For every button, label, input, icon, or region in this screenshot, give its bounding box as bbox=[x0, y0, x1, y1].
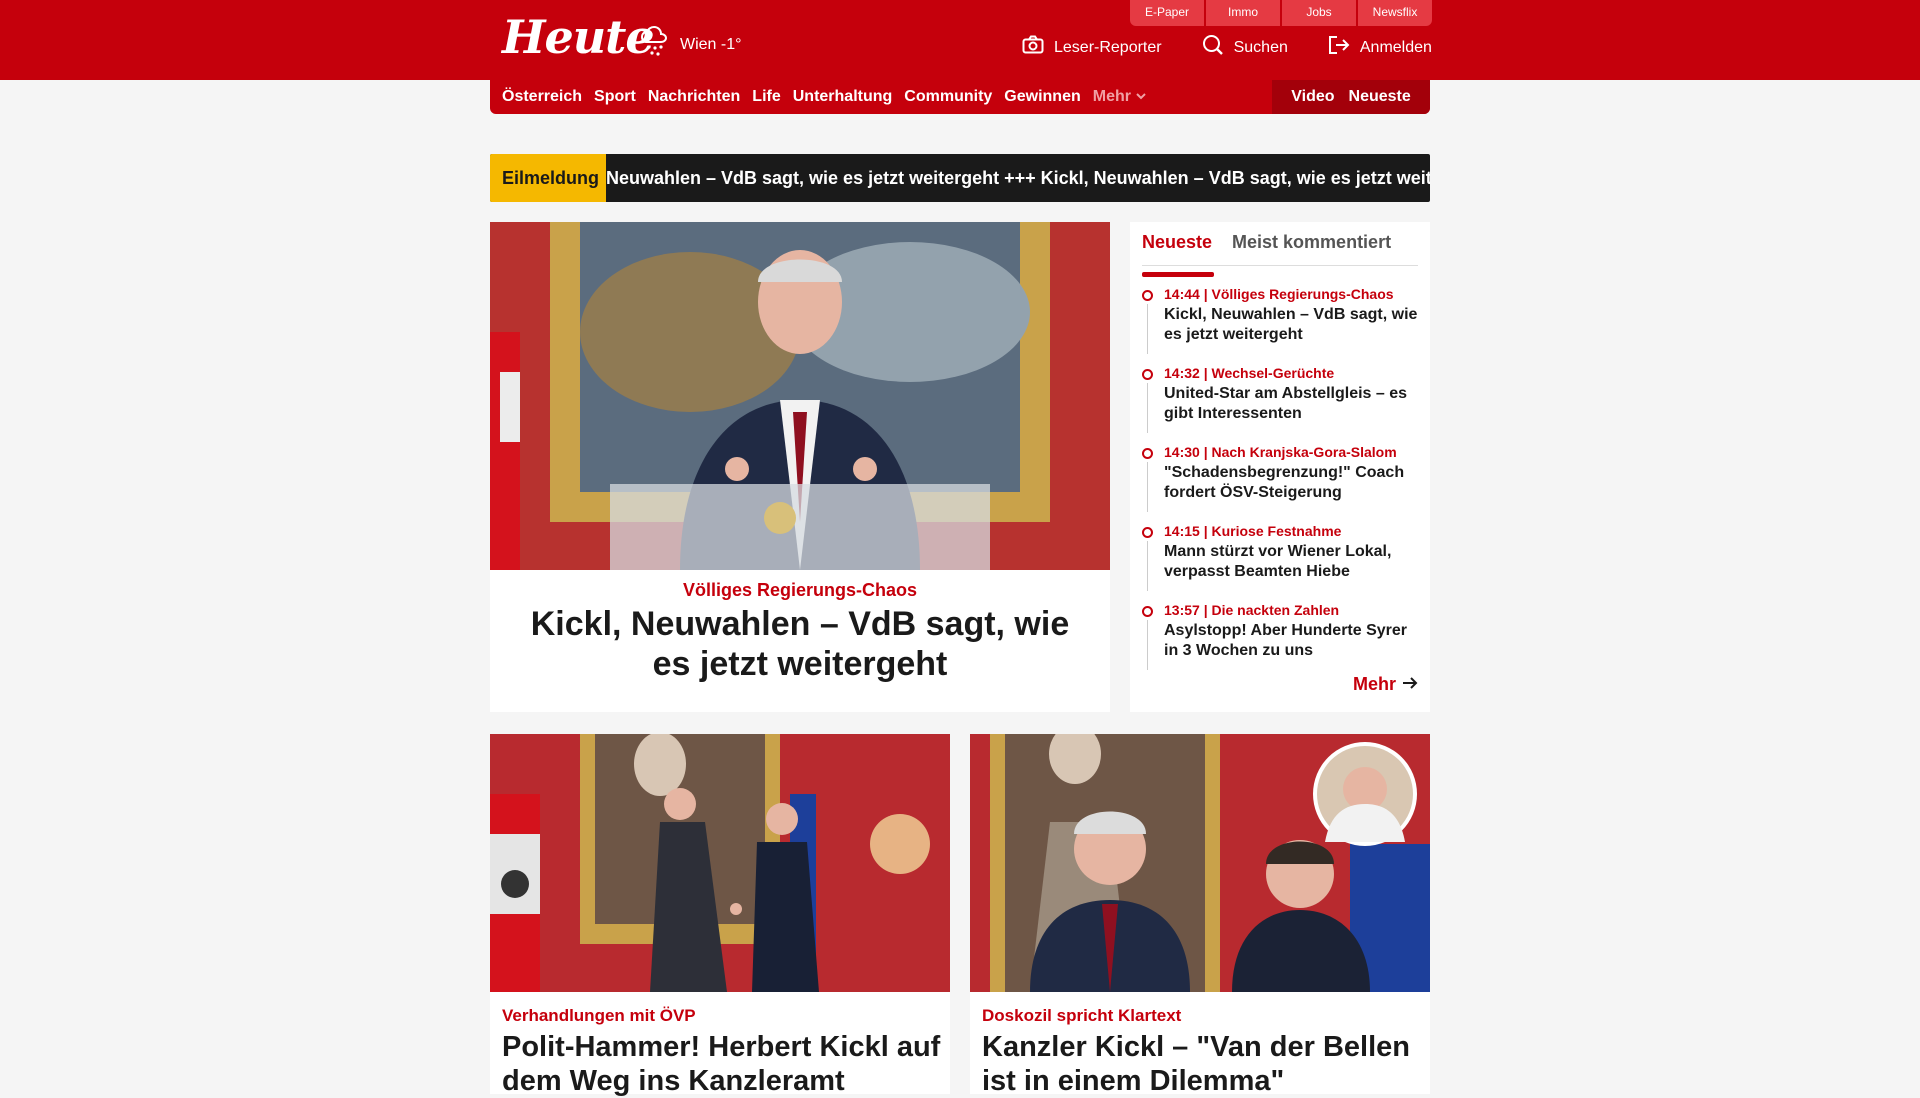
service-immo[interactable]: Immo bbox=[1206, 0, 1280, 26]
service-newsflix[interactable]: Newsflix bbox=[1358, 0, 1432, 26]
nav-video[interactable]: Video bbox=[1291, 88, 1334, 106]
article-card-headline[interactable]: Kanzler Kickl – "Van der Bellen ist in e… bbox=[982, 1030, 1422, 1098]
hero-headline[interactable]: Kickl, Neuwahlen – VdB sagt, wie es jetz… bbox=[510, 604, 1090, 684]
feed-item-meta: 14:32 | Wechsel-Gerüchte bbox=[1164, 365, 1335, 381]
feed-item[interactable]: 14:32 | Wechsel-Gerüchte United-Star am … bbox=[1142, 365, 1422, 444]
feed-item[interactable]: 14:15 | Kuriose Festnahme Mann stürzt vo… bbox=[1142, 523, 1422, 602]
article-card-kicker: Doskozil spricht Klartext bbox=[982, 1006, 1182, 1025]
breaking-text[interactable]: Neuwahlen – VdB sagt, wie es jetzt weite… bbox=[606, 154, 1430, 202]
heute-logo[interactable]: Heute bbox=[502, 10, 655, 64]
nav-item-community[interactable]: Community bbox=[904, 88, 992, 106]
search-label: Suchen bbox=[1233, 38, 1288, 56]
service-links: E-Paper Immo Jobs Newsflix bbox=[1130, 0, 1432, 26]
latest-sidebar: Neueste Meist kommentiert 14:44 | Völlig… bbox=[1130, 222, 1430, 712]
tab-neueste[interactable]: Neueste bbox=[1142, 232, 1215, 277]
nav-more-label: Mehr bbox=[1092, 88, 1131, 105]
main-nav: Österreich Sport Nachrichten Life Unterh… bbox=[490, 80, 1430, 114]
nav-item-unterhaltung[interactable]: Unterhaltung bbox=[793, 88, 893, 106]
nav-more-dropdown[interactable]: Mehr bbox=[1093, 88, 1148, 106]
breaking-label: Eilmeldung bbox=[490, 154, 606, 202]
arrow-right-icon bbox=[1402, 674, 1418, 695]
timeline-dot-icon bbox=[1142, 606, 1153, 617]
feed-item-meta: 13:57 | Die nackten Zahlen bbox=[1164, 602, 1340, 618]
feed-item[interactable]: 14:44 | Völliges Regierungs-Chaos Kickl,… bbox=[1142, 286, 1422, 365]
hero-image[interactable] bbox=[490, 222, 1110, 570]
feed-item-title[interactable]: Asylstopp! Aber Hunderte Syrer in 3 Woch… bbox=[1164, 621, 1422, 661]
timeline-line bbox=[1147, 304, 1148, 354]
nav-item-gewinnen[interactable]: Gewinnen bbox=[1004, 88, 1080, 106]
weather-snow-icon bbox=[640, 25, 670, 63]
feed-item-title[interactable]: "Schadensbegrenzung!" Coach fordert ÖSV-… bbox=[1164, 463, 1422, 503]
timeline-line bbox=[1147, 462, 1148, 512]
top-bar bbox=[0, 0, 1920, 80]
camera-icon bbox=[1022, 35, 1044, 60]
news-feed: 14:44 | Völliges Regierungs-Chaos Kickl,… bbox=[1142, 286, 1422, 681]
article-card-image[interactable] bbox=[970, 734, 1430, 992]
search-button[interactable]: Suchen bbox=[1202, 34, 1288, 61]
tab-meist-kommentiert[interactable]: Meist kommentiert bbox=[1232, 232, 1391, 265]
timeline-dot-icon bbox=[1142, 290, 1153, 301]
article-card[interactable]: Doskozil spricht Klartext Kanzler Kickl … bbox=[970, 734, 1430, 1097]
feed-item[interactable]: 13:57 | Die nackten Zahlen Asylstopp! Ab… bbox=[1142, 602, 1422, 681]
article-card-image[interactable] bbox=[490, 734, 950, 992]
service-jobs[interactable]: Jobs bbox=[1282, 0, 1356, 26]
login-button[interactable]: Anmelden bbox=[1328, 34, 1432, 61]
article-card-headline[interactable]: Polit-Hammer! Herbert Kickl auf dem Weg … bbox=[502, 1030, 942, 1098]
login-icon bbox=[1328, 35, 1350, 60]
leser-reporter-label: Leser-Reporter bbox=[1054, 38, 1162, 56]
timeline-line bbox=[1147, 620, 1148, 670]
timeline-dot-icon bbox=[1142, 369, 1153, 380]
feed-item[interactable]: 14:30 | Nach Kranjska-Gora-Slalom "Schad… bbox=[1142, 444, 1422, 523]
nav-item-oesterreich[interactable]: Österreich bbox=[502, 88, 582, 106]
timeline-line bbox=[1147, 541, 1148, 591]
timeline-dot-icon bbox=[1142, 527, 1153, 538]
search-icon bbox=[1202, 34, 1224, 61]
weather-label: Wien -1° bbox=[680, 35, 742, 53]
sidebar-more-link[interactable]: Mehr bbox=[1353, 674, 1418, 695]
article-card[interactable]: Verhandlungen mit ÖVP Polit-Hammer! Herb… bbox=[490, 734, 950, 1097]
timeline-line bbox=[1147, 383, 1148, 433]
hero-kicker: Völliges Regierungs-Chaos bbox=[682, 580, 918, 600]
leser-reporter-button[interactable]: Leser-Reporter bbox=[1022, 34, 1162, 61]
nav-item-life[interactable]: Life bbox=[752, 88, 780, 106]
login-label: Anmelden bbox=[1359, 38, 1432, 56]
feed-item-meta: 14:30 | Nach Kranjska-Gora-Slalom bbox=[1164, 444, 1397, 460]
feed-item-title[interactable]: Mann stürzt vor Wiener Lokal, verpasst B… bbox=[1164, 542, 1422, 582]
timeline-dot-icon bbox=[1142, 448, 1153, 459]
nav-item-sport[interactable]: Sport bbox=[594, 88, 636, 106]
hero-article[interactable]: Völliges Regierungs-Chaos Kickl, Neuwahl… bbox=[490, 222, 1110, 712]
breaking-news-ticker[interactable]: Eilmeldung Neuwahlen – VdB sagt, wie es … bbox=[490, 154, 1430, 202]
feed-item-meta: 14:15 | Kuriose Festnahme bbox=[1164, 523, 1342, 539]
feed-item-meta: 14:44 | Völliges Regierungs-Chaos bbox=[1164, 286, 1394, 302]
sidebar-tabs: Neueste Meist kommentiert bbox=[1142, 232, 1418, 277]
nav-neueste[interactable]: Neueste bbox=[1349, 88, 1411, 106]
chevron-down-icon bbox=[1135, 88, 1147, 105]
sidebar-more-label: Mehr bbox=[1352, 674, 1396, 694]
service-epaper[interactable]: E-Paper bbox=[1130, 0, 1204, 26]
feed-item-title[interactable]: United-Star am Abstellgleis – es gibt In… bbox=[1164, 384, 1422, 424]
weather-widget[interactable]: Wien -1° bbox=[640, 25, 742, 63]
header-actions: Leser-Reporter Suchen Anmelden bbox=[1022, 34, 1432, 61]
nav-item-nachrichten[interactable]: Nachrichten bbox=[648, 88, 740, 106]
feed-item-title[interactable]: Kickl, Neuwahlen – VdB sagt, wie es jetz… bbox=[1164, 305, 1422, 345]
article-card-kicker: Verhandlungen mit ÖVP bbox=[502, 1006, 696, 1025]
